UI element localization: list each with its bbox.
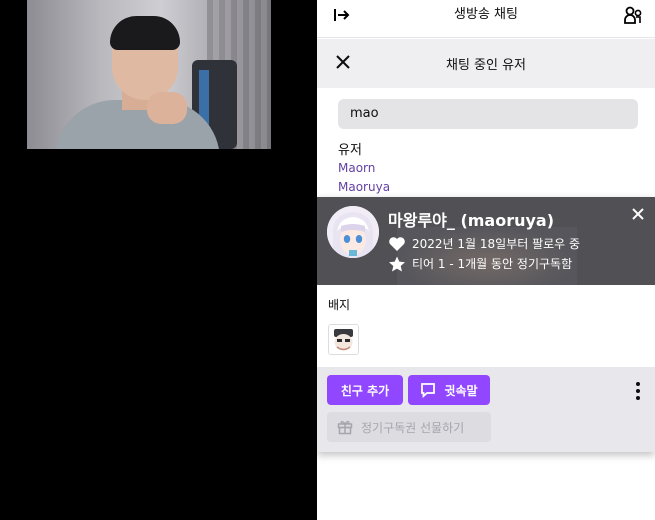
viewer-card-actions: 친구 추가 귓속말 정기구독권 선물하기: [317, 367, 655, 452]
whisper-label: 귓속말: [444, 383, 478, 398]
users-section-label: 유저: [338, 143, 362, 158]
users-panel-title: 채팅 중인 유저: [445, 58, 527, 73]
user-list-item[interactable]: Maorn: [338, 161, 375, 175]
user-search-input[interactable]: [338, 99, 638, 129]
more-options-button[interactable]: [633, 381, 643, 401]
viewer-card: 마왕루야_ (maoruya) 2022년 1월 18일부터 팔로우 중 티어 …: [317, 197, 655, 452]
gift-subscription-button[interactable]: 정기구독권 선물하기: [327, 412, 491, 442]
chat-title: 생방송 채팅: [454, 7, 518, 22]
avatar-image: [327, 206, 379, 258]
gift-icon: [337, 420, 353, 435]
gift-subscription-label: 정기구독권 선물하기: [361, 420, 465, 435]
users-panel-header: 채팅 중인 유저: [317, 39, 655, 88]
viewer-display-name: 마왕루야_ (maoruya): [388, 211, 555, 230]
chat-header: 생방송 채팅: [317, 0, 655, 38]
heart-icon: [389, 236, 405, 251]
subscriber-badge[interactable]: [328, 324, 359, 355]
chat-bubble-icon: [421, 383, 436, 398]
users-in-chat-button[interactable]: [623, 5, 645, 27]
close-icon: [632, 208, 644, 220]
close-viewer-card-button[interactable]: [629, 207, 647, 225]
star-icon: [389, 256, 405, 271]
add-friend-button[interactable]: 친구 추가: [327, 375, 403, 405]
follow-info: 2022년 1월 18일부터 팔로우 중: [388, 235, 580, 252]
badges-label: 배지: [328, 298, 351, 312]
video-person-hair: [110, 16, 180, 50]
whisper-button[interactable]: 귓속말: [408, 375, 490, 405]
follow-info-text: 2022년 1월 18일부터 팔로우 중: [412, 237, 581, 251]
chat-panel: 생방송 채팅 채팅 중인 유저 mao 유저 Maorn Maoruya 마왕루…: [317, 0, 655, 520]
webcam-video[interactable]: [27, 0, 271, 149]
users-in-chat-panel: 채팅 중인 유저 유저 Maorn Maoruya: [317, 39, 655, 520]
user-list-item[interactable]: Maoruya: [338, 180, 390, 194]
users-icon: [624, 6, 642, 24]
add-friend-label: 친구 추가: [340, 383, 390, 398]
viewer-card-header: 마왕루야_ (maoruya) 2022년 1월 18일부터 팔로우 중 티어 …: [317, 197, 655, 285]
badge-image: [329, 325, 358, 354]
stream-page: 생방송 채팅 채팅 중인 유저 mao 유저 Maorn Maoruya 마왕루…: [0, 0, 655, 520]
more-vertical-icon: [636, 382, 640, 400]
subscription-info-text: 티어 1 - 1개월 동안 정기구독함: [412, 257, 573, 271]
avatar[interactable]: [327, 206, 379, 258]
video-person-hand: [147, 92, 187, 124]
subscription-info: 티어 1 - 1개월 동안 정기구독함: [388, 255, 572, 272]
